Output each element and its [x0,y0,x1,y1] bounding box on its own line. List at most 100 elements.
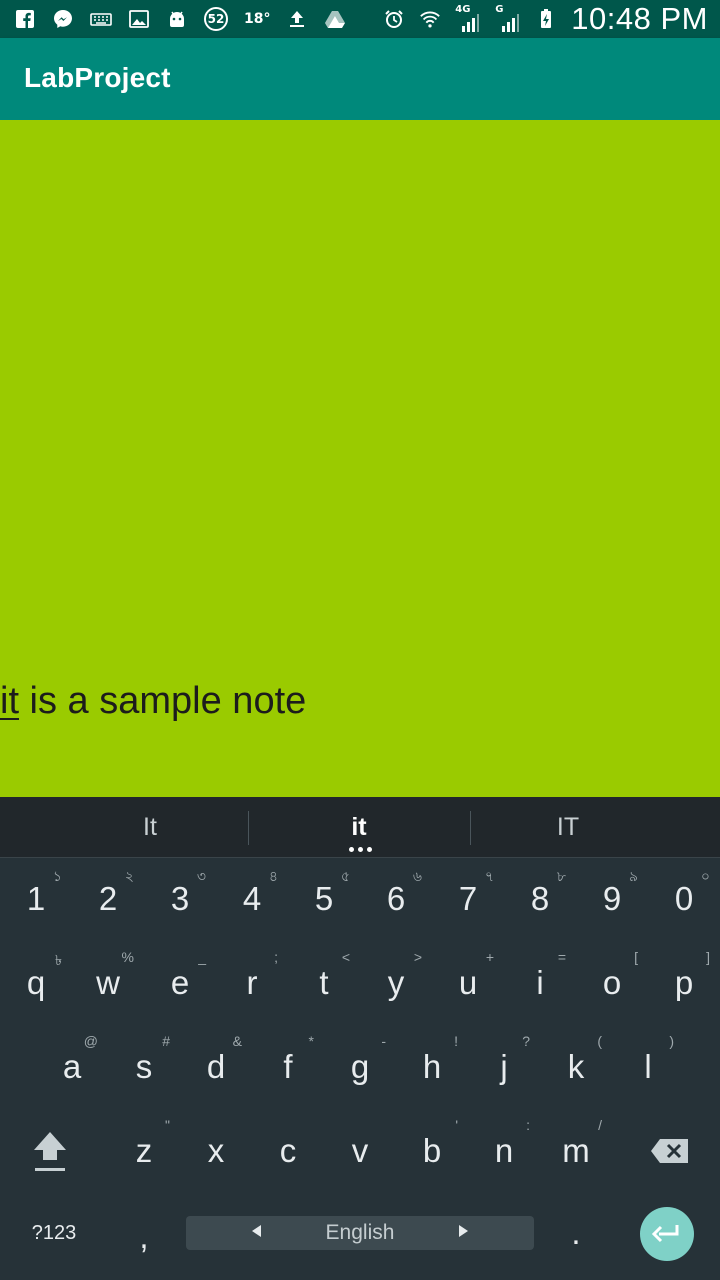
key-d[interactable]: & d [180,1027,252,1107]
key-8[interactable]: ৮8 [504,859,576,939]
key-e[interactable]: _ e [144,943,216,1023]
key-5[interactable]: ৫5 [288,859,360,939]
key-label: 1 [26,880,46,917]
key-hint: ] [706,949,710,965]
key-u[interactable]: + u [432,943,504,1023]
key-hint: % [121,949,134,965]
key-label: 8 [530,880,550,917]
key-label: m [562,1132,590,1169]
key-hint: ) [669,1033,674,1049]
key-hint: = [557,949,566,965]
note-editor[interactable]: it is a sample note [0,120,720,797]
clock-time: 10:48 PM [571,1,708,36]
key-4[interactable]: ৪4 [216,859,288,939]
key-9[interactable]: ৯9 [576,859,648,939]
key-6[interactable]: ৬6 [360,859,432,939]
enter-icon [651,1225,679,1243]
key-label: g [350,1048,370,1085]
key-y[interactable]: > y [360,943,432,1023]
key-v[interactable]: v [324,1111,396,1191]
key-h[interactable]: ! h [396,1027,468,1107]
messenger-icon [52,8,74,30]
comma-key[interactable]: , [108,1197,180,1277]
key-label: t [319,964,329,1001]
space-bar[interactable]: English [186,1216,534,1250]
key-hint: " [165,1117,170,1133]
key-w[interactable]: % w [72,943,144,1023]
enter-key[interactable] [640,1207,694,1261]
key-label: 2 [98,880,118,917]
key-label: u [458,964,478,1001]
system-icons: 4G G 10:48 PM [383,0,708,38]
key-m[interactable]: / m [540,1111,612,1191]
key-a[interactable]: @ a [36,1027,108,1107]
drive-icon [324,8,346,30]
key-hint: - [381,1033,386,1049]
key-2[interactable]: ২2 [72,859,144,939]
key-label: d [206,1048,226,1085]
key-label: y [387,964,405,1001]
key-p[interactable]: ] p [648,943,720,1023]
key-label: o [602,964,622,1001]
key-7[interactable]: ৭7 [432,859,504,939]
key-f[interactable]: * f [252,1027,324,1107]
key-hint: ০ [700,868,710,884]
upload-icon [286,8,308,30]
key-t[interactable]: < t [288,943,360,1023]
language-next-icon [459,1225,468,1237]
key-j[interactable]: ? j [468,1027,540,1107]
android-icon [166,8,188,30]
key-0[interactable]: ০0 [648,859,720,939]
key-1[interactable]: ১1 [0,859,72,939]
key-hint: + [485,949,494,965]
note-composing-word: it [0,680,19,722]
key-label: 4 [242,880,262,917]
gallery-icon [128,8,150,30]
notification-count-badge: 52 [204,7,228,31]
key-r[interactable]: ; r [216,943,288,1023]
shift-icon [34,1132,66,1171]
key-z[interactable]: " z [108,1111,180,1191]
key-hint: ২ [124,868,134,884]
battery-charging-icon [535,8,557,30]
key-label: p [674,964,694,1001]
key-label: 6 [386,880,406,917]
key-label: h [422,1048,442,1085]
key-hint: > [413,949,422,965]
key-o[interactable]: [o [576,943,648,1023]
period-key[interactable]: . [540,1193,612,1273]
key-hint: # [162,1033,170,1049]
key-hint: [ [634,949,638,965]
key-hint: ৫ [340,868,350,884]
suggestion-1[interactable]: It [40,797,260,857]
key-hint: ( [597,1033,602,1049]
key-l[interactable]: ) l [612,1027,684,1107]
key-i[interactable]: = i [504,943,576,1023]
key-hint: ১ [52,868,62,884]
note-text[interactable]: it is a sample note [0,680,306,723]
key-label: i [536,964,544,1001]
key-hint: ৯ [628,868,638,884]
signal-g-icon: G [495,4,521,32]
key-s[interactable]: # s [108,1027,180,1107]
shift-key[interactable] [0,1111,100,1191]
key-hint: ' [455,1117,458,1133]
key-n[interactable]: :n [468,1111,540,1191]
key-hint: * [308,1033,314,1049]
key-hint: ; [274,949,278,965]
key-g[interactable]: -g [324,1027,396,1107]
backspace-key[interactable] [620,1111,720,1191]
key-b[interactable]: ' b [396,1111,468,1191]
suggestion-3[interactable]: IT [458,797,678,857]
key-k[interactable]: (k [540,1027,612,1107]
symbols-key[interactable]: ?123 [16,1193,92,1273]
key-q[interactable]: ৳ q [0,943,72,1023]
key-hint: ৪ [268,868,278,884]
key-label: 9 [602,880,622,917]
key-label: f [283,1048,293,1085]
keyboard-icon [90,8,112,30]
key-3[interactable]: ৩3 [144,859,216,939]
key-x[interactable]: x [180,1111,252,1191]
app-title: LabProject [24,62,171,93]
key-c[interactable]: c [252,1111,324,1191]
